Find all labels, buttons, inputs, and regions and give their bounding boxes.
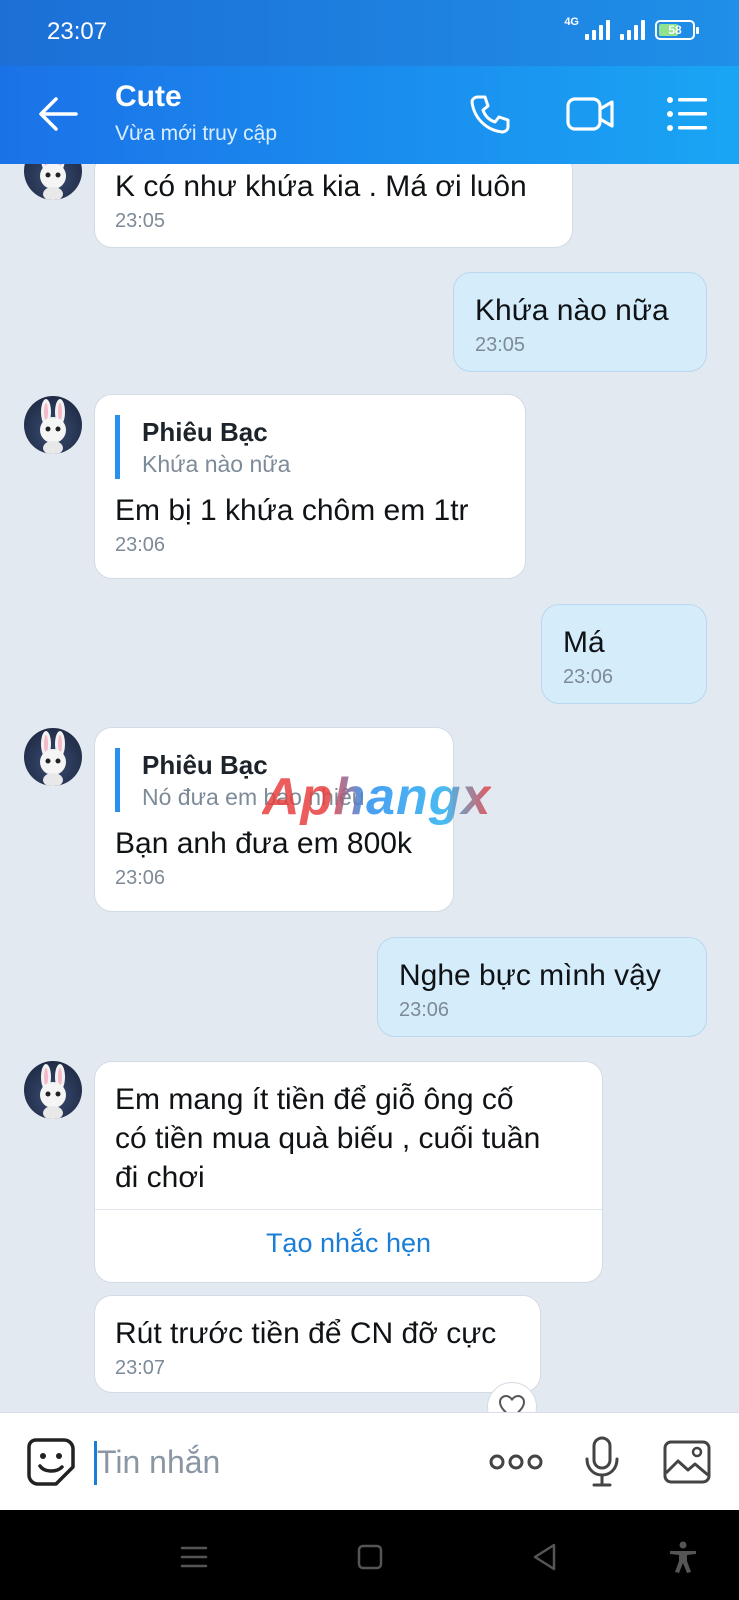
back-triangle-icon (533, 1543, 556, 1571)
signal-strength-icon-2 (620, 20, 645, 40)
arrow-left-icon (39, 97, 78, 131)
back-button[interactable] (36, 94, 80, 134)
system-navigation-bar (0, 1510, 739, 1600)
message-time: 23:06 (399, 999, 450, 1021)
list-menu-icon (667, 97, 707, 131)
status-time: 23:07 (47, 18, 108, 45)
accessibility-button[interactable] (666, 1540, 700, 1574)
message-text: Khứa nào nữa (475, 294, 669, 327)
voice-message-button[interactable] (582, 1435, 622, 1489)
message-bubble-incoming[interactable]: K có như khứa kia . Má ơi luôn 23:05 (94, 164, 573, 248)
menu-icon (180, 1546, 208, 1568)
message-time: 23:06 (563, 666, 614, 688)
message-time: 23:05 (115, 210, 166, 232)
contact-name[interactable]: Cute (115, 80, 182, 114)
home-button[interactable] (353, 1540, 387, 1574)
message-text: Bạn anh đưa em 800k (115, 827, 412, 860)
quoted-text: Khứa nào nữa (142, 451, 291, 477)
quoted-sender: Phiêu Bạc (142, 417, 268, 447)
sticker-icon (27, 1438, 75, 1486)
bunny-avatar-icon (40, 1064, 66, 1119)
chat-header: Cute Vừa mới truy cập (0, 66, 739, 164)
nav-back-button[interactable] (528, 1540, 562, 1574)
message-text: Em bị 1 khứa chôm em 1tr (115, 494, 469, 527)
message-input[interactable] (97, 1435, 457, 1489)
message-bubble-incoming[interactable]: Em mang ít tiền để giỗ ông cố có tiền mu… (94, 1061, 603, 1283)
message-time: 23:07 (115, 1357, 166, 1379)
message-bubble-outgoing[interactable]: Khứa nào nữa 23:05 (453, 272, 707, 372)
message-input-bar (0, 1412, 739, 1510)
bunny-avatar-icon (40, 164, 66, 200)
send-image-button[interactable] (662, 1437, 712, 1487)
bunny-avatar-icon (40, 731, 66, 786)
bunny-avatar-icon (40, 399, 66, 454)
message-text-line: đi chơi (115, 1161, 205, 1194)
home-icon (357, 1544, 383, 1570)
battery-icon: 58 (655, 20, 699, 40)
menu-button[interactable] (665, 92, 717, 136)
message-text: K có như khứa kia . Má ơi luôn (115, 170, 527, 203)
quoted-message[interactable]: Phiêu Bạc Khứa nào nữa (115, 415, 505, 479)
message-text-line: có tiền mua quà biếu , cuối tuần (115, 1122, 541, 1155)
avatar[interactable] (24, 164, 82, 200)
message-bubble-incoming[interactable]: Rút trước tiền để CN đỡ cực 23:07 (94, 1295, 541, 1393)
accessibility-icon (670, 1541, 696, 1573)
call-button[interactable] (468, 92, 520, 136)
contact-status: Vừa mới truy cập (115, 122, 278, 145)
video-call-button[interactable] (565, 92, 617, 136)
avatar[interactable] (24, 396, 82, 454)
message-time: 23:05 (475, 334, 526, 356)
divider (95, 1209, 602, 1210)
sticker-button[interactable] (26, 1437, 76, 1487)
create-reminder-link[interactable]: Tạo nhắc hẹn (95, 1228, 602, 1259)
signal-strength-icon (585, 20, 610, 40)
avatar[interactable] (24, 728, 82, 786)
message-text: Nghe bực mình vậy (399, 959, 661, 992)
avatar[interactable] (24, 1061, 82, 1119)
network-type-label: 4G (564, 16, 579, 28)
status-indicators: 4G 58 (564, 16, 699, 40)
message-time: 23:06 (115, 867, 166, 889)
phone-icon (470, 95, 510, 134)
message-bubble-outgoing[interactable]: Nghe bực mình vậy 23:06 (377, 937, 707, 1037)
message-time: 23:06 (115, 534, 166, 556)
message-list[interactable]: K có như khứa kia . Má ơi luôn 23:05 Khứ… (0, 164, 739, 1412)
video-camera-icon (566, 97, 614, 131)
battery-percent: 58 (668, 23, 682, 37)
image-icon (663, 1440, 711, 1484)
recent-apps-button[interactable] (177, 1540, 211, 1574)
message-text: Má (563, 626, 605, 659)
status-bar: 23:07 4G 58 (0, 0, 739, 66)
more-dots-icon (489, 1454, 543, 1470)
watermark-logo: Aphangx (262, 768, 492, 826)
message-bubble-incoming[interactable]: Phiêu Bạc Khứa nào nữa Em bị 1 khứa chôm… (94, 394, 526, 579)
message-text-line: Em mang ít tiền để giỗ ông cố (115, 1083, 514, 1116)
heart-icon (498, 1394, 526, 1412)
more-options-button[interactable] (488, 1447, 544, 1477)
message-text: Rút trước tiền để CN đỡ cực (115, 1317, 497, 1350)
microphone-icon (585, 1436, 619, 1487)
message-bubble-outgoing[interactable]: Má 23:06 (541, 604, 707, 704)
